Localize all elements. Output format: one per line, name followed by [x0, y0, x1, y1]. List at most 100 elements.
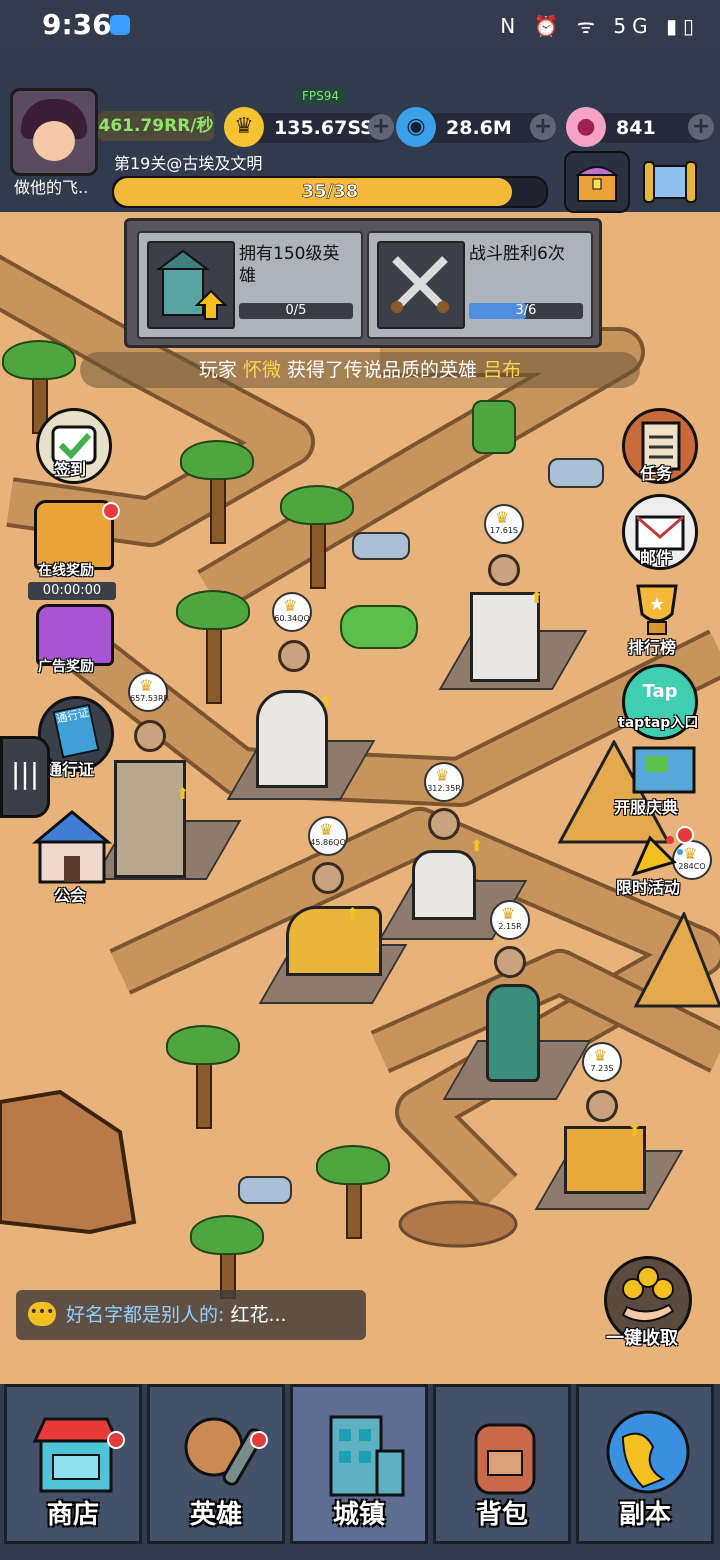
income-bubble[interactable]: 2.15R [490, 900, 530, 940]
upgrade-arrow-icon: ⬆ [320, 692, 334, 711]
quest-text: 拥有150级英雄 [239, 244, 340, 286]
avatar-face [33, 121, 75, 161]
add-gem-button[interactable]: + [530, 114, 556, 140]
globe-icon [606, 1410, 690, 1494]
pavilion-building[interactable] [412, 850, 476, 920]
notification-dot [107, 1431, 125, 1449]
house-upgrade-icon [147, 241, 235, 329]
chat-sender: 好名字都是别人的: [66, 1304, 225, 1326]
nav-label: 背包 [475, 1500, 528, 1530]
nav-label: 商店 [46, 1500, 99, 1530]
bottom-navigation: 商店 英雄 城镇 背包 副本 [0, 1384, 720, 1560]
nav-label: 城镇 [332, 1500, 385, 1530]
candy-resource: ● 841 + [566, 107, 714, 147]
add-crown-button[interactable]: + [368, 114, 394, 140]
domed-tower-building[interactable] [256, 690, 328, 788]
hero-avatar [278, 640, 310, 672]
ziggurat-building[interactable] [114, 760, 186, 878]
map-scroll-icon [632, 746, 696, 794]
hero-avatar [134, 720, 166, 752]
rock [548, 458, 604, 488]
announce-hero-name: 吕布 [483, 359, 522, 381]
treasure-chest-button[interactable] [564, 151, 630, 213]
treasure-chest-icon [575, 166, 619, 202]
hero-avatar [494, 946, 526, 978]
nav-label: 副本 [618, 1500, 671, 1530]
scroll-map-icon [643, 161, 697, 203]
message-notification-icon [110, 15, 130, 35]
pink-candy-icon: ● [566, 107, 606, 147]
gem-resource: ◉ 28.6M + [396, 107, 556, 147]
leaderboard-label: 排行榜 [628, 638, 677, 657]
bush [340, 605, 418, 649]
pass-ticket-icon: 通行证 [52, 703, 100, 759]
sign-in-label: 签到 [54, 460, 87, 479]
upgrade-arrow-icon: ⬆ [176, 784, 190, 803]
income-bubble[interactable]: 7.23S [582, 1042, 622, 1082]
rock [238, 1176, 292, 1204]
crown-resource: ♛ 135.67SS + [224, 107, 394, 147]
town-icon [329, 1415, 405, 1497]
guild-button[interactable] [30, 806, 114, 886]
leaderboard-button[interactable]: ★ [622, 578, 692, 642]
notification-dot [102, 502, 120, 520]
server-celebration-label: 开服庆典 [614, 798, 679, 817]
income-bubble[interactable]: 45.86QQ [308, 816, 348, 856]
income-bubble[interactable]: 312.35R [424, 762, 464, 802]
online-reward-label: 在线奖励 [38, 563, 94, 579]
hero-avatar [488, 554, 520, 586]
pyramid-building[interactable] [634, 912, 720, 1008]
announce-player-name: 怀微 [242, 359, 281, 381]
notification-dot [676, 826, 694, 844]
crown-value: 135.67SS [274, 117, 374, 139]
castle-icon [31, 810, 113, 884]
pass-label: 通行证 [46, 760, 95, 779]
upgrade-arrow-icon: ⬆ [470, 836, 484, 855]
income-bubble[interactable]: 60.34QQ [272, 592, 312, 632]
add-candy-button[interactable]: + [688, 114, 714, 140]
trophy-icon: ★ [636, 584, 678, 635]
candy-value: 841 [616, 117, 656, 139]
chat-bubble-icon: ••• [28, 1302, 56, 1326]
taptap-logo-icon: Tap [642, 681, 678, 702]
anubis-statue-building[interactable] [486, 984, 540, 1082]
stage-progress-text: 35/38 [301, 181, 359, 203]
limited-event-label: 限时活动 [616, 878, 681, 897]
tasks-label: 任务 [640, 464, 673, 483]
nav-label: 英雄 [189, 1500, 242, 1530]
income-bubble[interactable]: 657.53RR [128, 672, 169, 712]
world-map-button[interactable] [640, 154, 700, 208]
backpack-icon [474, 1423, 536, 1495]
quest-progress-bar: 0/5 [239, 303, 353, 319]
svg-text:★: ★ [649, 594, 665, 615]
nav-tab-town[interactable]: 城镇 [290, 1384, 428, 1544]
nav-tab-heroes[interactable]: 英雄 [147, 1384, 285, 1544]
nav-tab-dungeon[interactable]: 副本 [576, 1384, 714, 1544]
nav-tab-shop[interactable]: 商店 [4, 1384, 142, 1544]
nav-tab-backpack[interactable]: 背包 [433, 1384, 571, 1544]
fps-counter: FPS94 [294, 88, 348, 104]
income-bubble[interactable]: 17.61S [484, 504, 524, 544]
notification-dot [250, 1431, 268, 1449]
rock [352, 532, 410, 560]
quest-card-heroes[interactable]: 拥有150级英雄 0/5 [137, 231, 363, 339]
guild-label: 公会 [54, 886, 87, 905]
quest-progress-bar: 3/6 [469, 303, 583, 319]
status-bar: 9:36 N ⏰ ᯤ 5G ▮▯ [0, 0, 720, 52]
system-status-icons: N ⏰ ᯤ 5G ▮▯ [500, 14, 700, 38]
quest-card-battles[interactable]: 战斗胜利6次 3/6 [367, 231, 593, 339]
sphinx-building[interactable] [286, 906, 382, 976]
hero-avatar [312, 862, 344, 894]
upgrade-arrow-icon: ⬆ [346, 904, 360, 923]
income-rate: 461.79RR/秒 [98, 111, 214, 141]
crossed-swords-icon [377, 241, 465, 329]
gem-value: 28.6M [446, 117, 512, 139]
hero-icon [184, 1417, 264, 1486]
server-celebration-button[interactable] [624, 742, 702, 798]
hero-avatar [586, 1090, 618, 1122]
player-avatar[interactable] [10, 88, 98, 176]
player-nickname: 做他的飞.. [14, 178, 89, 197]
announcement-banner: 玩家 怀微 获得了传说品质的英雄 吕布 [80, 352, 640, 388]
chat-message: 红花... [224, 1304, 287, 1326]
chat-bar[interactable]: ••• 好名字都是别人的: 红花... [16, 1290, 366, 1340]
